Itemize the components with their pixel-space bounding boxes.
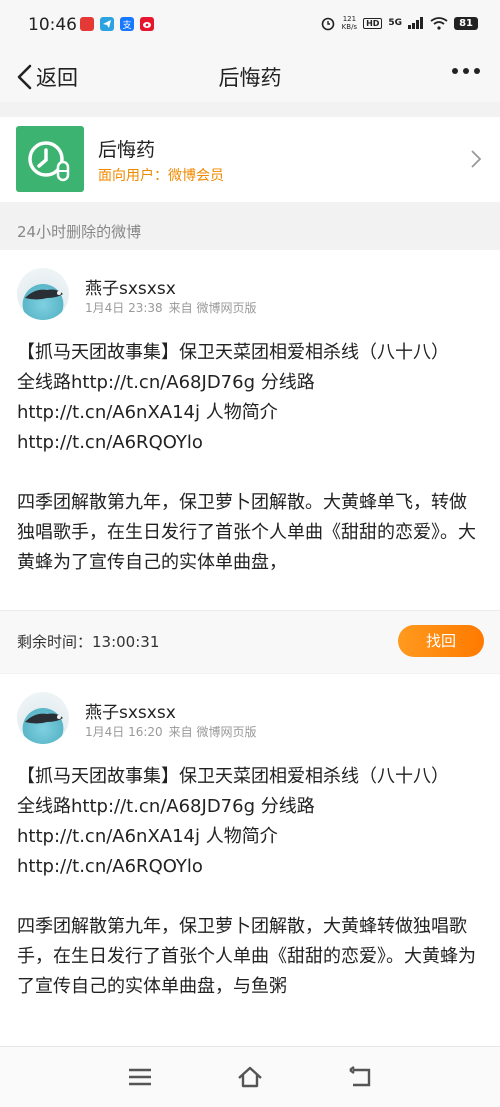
deleted-post: 燕子sxsxsx 1月4日 23:38 来自 微博网页版 【抓马天团故事集】保卫… [0, 250, 500, 610]
weibo-icon [140, 17, 154, 31]
section-title: 24小时删除的微博 [17, 223, 142, 241]
notification-app-icon [80, 17, 94, 31]
chevron-right-icon [471, 150, 482, 168]
network-type: 5G [388, 18, 403, 28]
page-title: 后悔药 [218, 66, 282, 90]
seal-avatar-image [25, 713, 63, 724]
status-app-icons: 支 [80, 17, 154, 31]
hd-badge: HD [363, 17, 383, 29]
deleted-post: 燕子sxsxsx 1月4日 16:20 来自 微博网页版 【抓马天团故事集】保卫… [0, 674, 500, 1046]
post-line: 【抓马天团故事集】保卫天菜团相爱相杀线（八十八） [17, 766, 449, 787]
seal-avatar-image [25, 289, 63, 300]
post-line: 四季团解散第九年，保卫萝卜团解散，大黄蜂转做独唱歌手，在生日发行了首张个人单曲《… [17, 916, 476, 997]
home-icon[interactable] [236, 1065, 264, 1089]
status-indicators: 121 KB/s HD 5G 81 [320, 15, 478, 31]
post-content[interactable]: 【抓马天团故事集】保卫天菜团相爱相杀线（八十八） 全线路http://t.cn/… [17, 338, 483, 600]
post-line: http://t.cn/A6RQOYlo [17, 432, 203, 453]
post-line: 全线路http://t.cn/A68JD76g 分线路 [17, 796, 315, 817]
alarm-icon [321, 17, 334, 31]
more-dot-icon [463, 68, 469, 74]
regret-pill-logo [16, 126, 84, 192]
post-meta: 1月4日 16:20 来自 微博网页版 [85, 723, 257, 740]
wifi-icon [430, 16, 448, 30]
avatar[interactable] [17, 692, 69, 744]
post-date: 1月4日 16:20 [85, 725, 163, 739]
remaining-time: 剩余时间：13:00:31 [17, 633, 160, 651]
feature-card[interactable]: 后悔药 面向用户：微博会员 [0, 117, 500, 202]
username[interactable]: 燕子sxsxsx [85, 274, 176, 299]
username[interactable]: 燕子sxsxsx [85, 698, 176, 723]
feature-name: 后悔药 [98, 139, 156, 161]
post-line: 四季团解散第九年，保卫萝卜团解散。大黄蜂单飞，转做独唱歌手，在生日发行了首张个人… [17, 492, 476, 573]
more-options-button[interactable] [452, 68, 480, 74]
remaining-time-bar: 剩余时间：13:00:31 找回 [0, 610, 500, 673]
post-line-gap [17, 882, 483, 912]
feature-audience: 面向用户：微博会员 [98, 168, 224, 184]
clock-pill-icon [28, 141, 70, 182]
post-source: 来自 微博网页版 [168, 725, 257, 739]
post-line: http://t.cn/A6RQOYlo [17, 856, 203, 877]
post-line: 全线路http://t.cn/A68JD76g 分线路 [17, 372, 315, 393]
post-line-gap [17, 458, 483, 488]
more-dot-icon [452, 68, 458, 74]
signal-icon [408, 17, 424, 29]
post-meta: 1月4日 23:38 来自 微博网页版 [85, 299, 257, 316]
post-line: 【抓马天团故事集】保卫天菜团相爱相杀线（八十八） [17, 342, 449, 363]
post-source: 来自 微博网页版 [168, 301, 257, 315]
nav-bar: 返回 后悔药 [0, 52, 500, 102]
avatar[interactable] [17, 268, 69, 320]
system-nav-bar [0, 1046, 500, 1107]
alipay-icon: 支 [120, 17, 134, 31]
net-speed: 121 KB/s [342, 15, 357, 31]
back-nav-icon[interactable] [346, 1065, 374, 1089]
net-speed-value: 121 [342, 15, 357, 23]
post-content[interactable]: 【抓马天团故事集】保卫天菜团相爱相杀线（八十八） 全线路http://t.cn/… [17, 762, 483, 1046]
net-speed-unit: KB/s [341, 23, 358, 31]
battery-icon: 81 [454, 16, 478, 30]
post-date: 1月4日 23:38 [85, 301, 163, 315]
post-line: http://t.cn/A6nXA14j 人物简介 [17, 826, 278, 847]
recover-button[interactable]: 找回 [398, 625, 484, 657]
more-dot-icon [474, 68, 480, 74]
status-bar: 10:46 支 121 KB/s HD 5G 81 [0, 0, 500, 52]
status-time: 10:46 [28, 15, 77, 35]
post-line: http://t.cn/A6nXA14j 人物简介 [17, 402, 278, 423]
telegram-icon [100, 17, 114, 31]
menu-icon[interactable] [126, 1065, 154, 1089]
